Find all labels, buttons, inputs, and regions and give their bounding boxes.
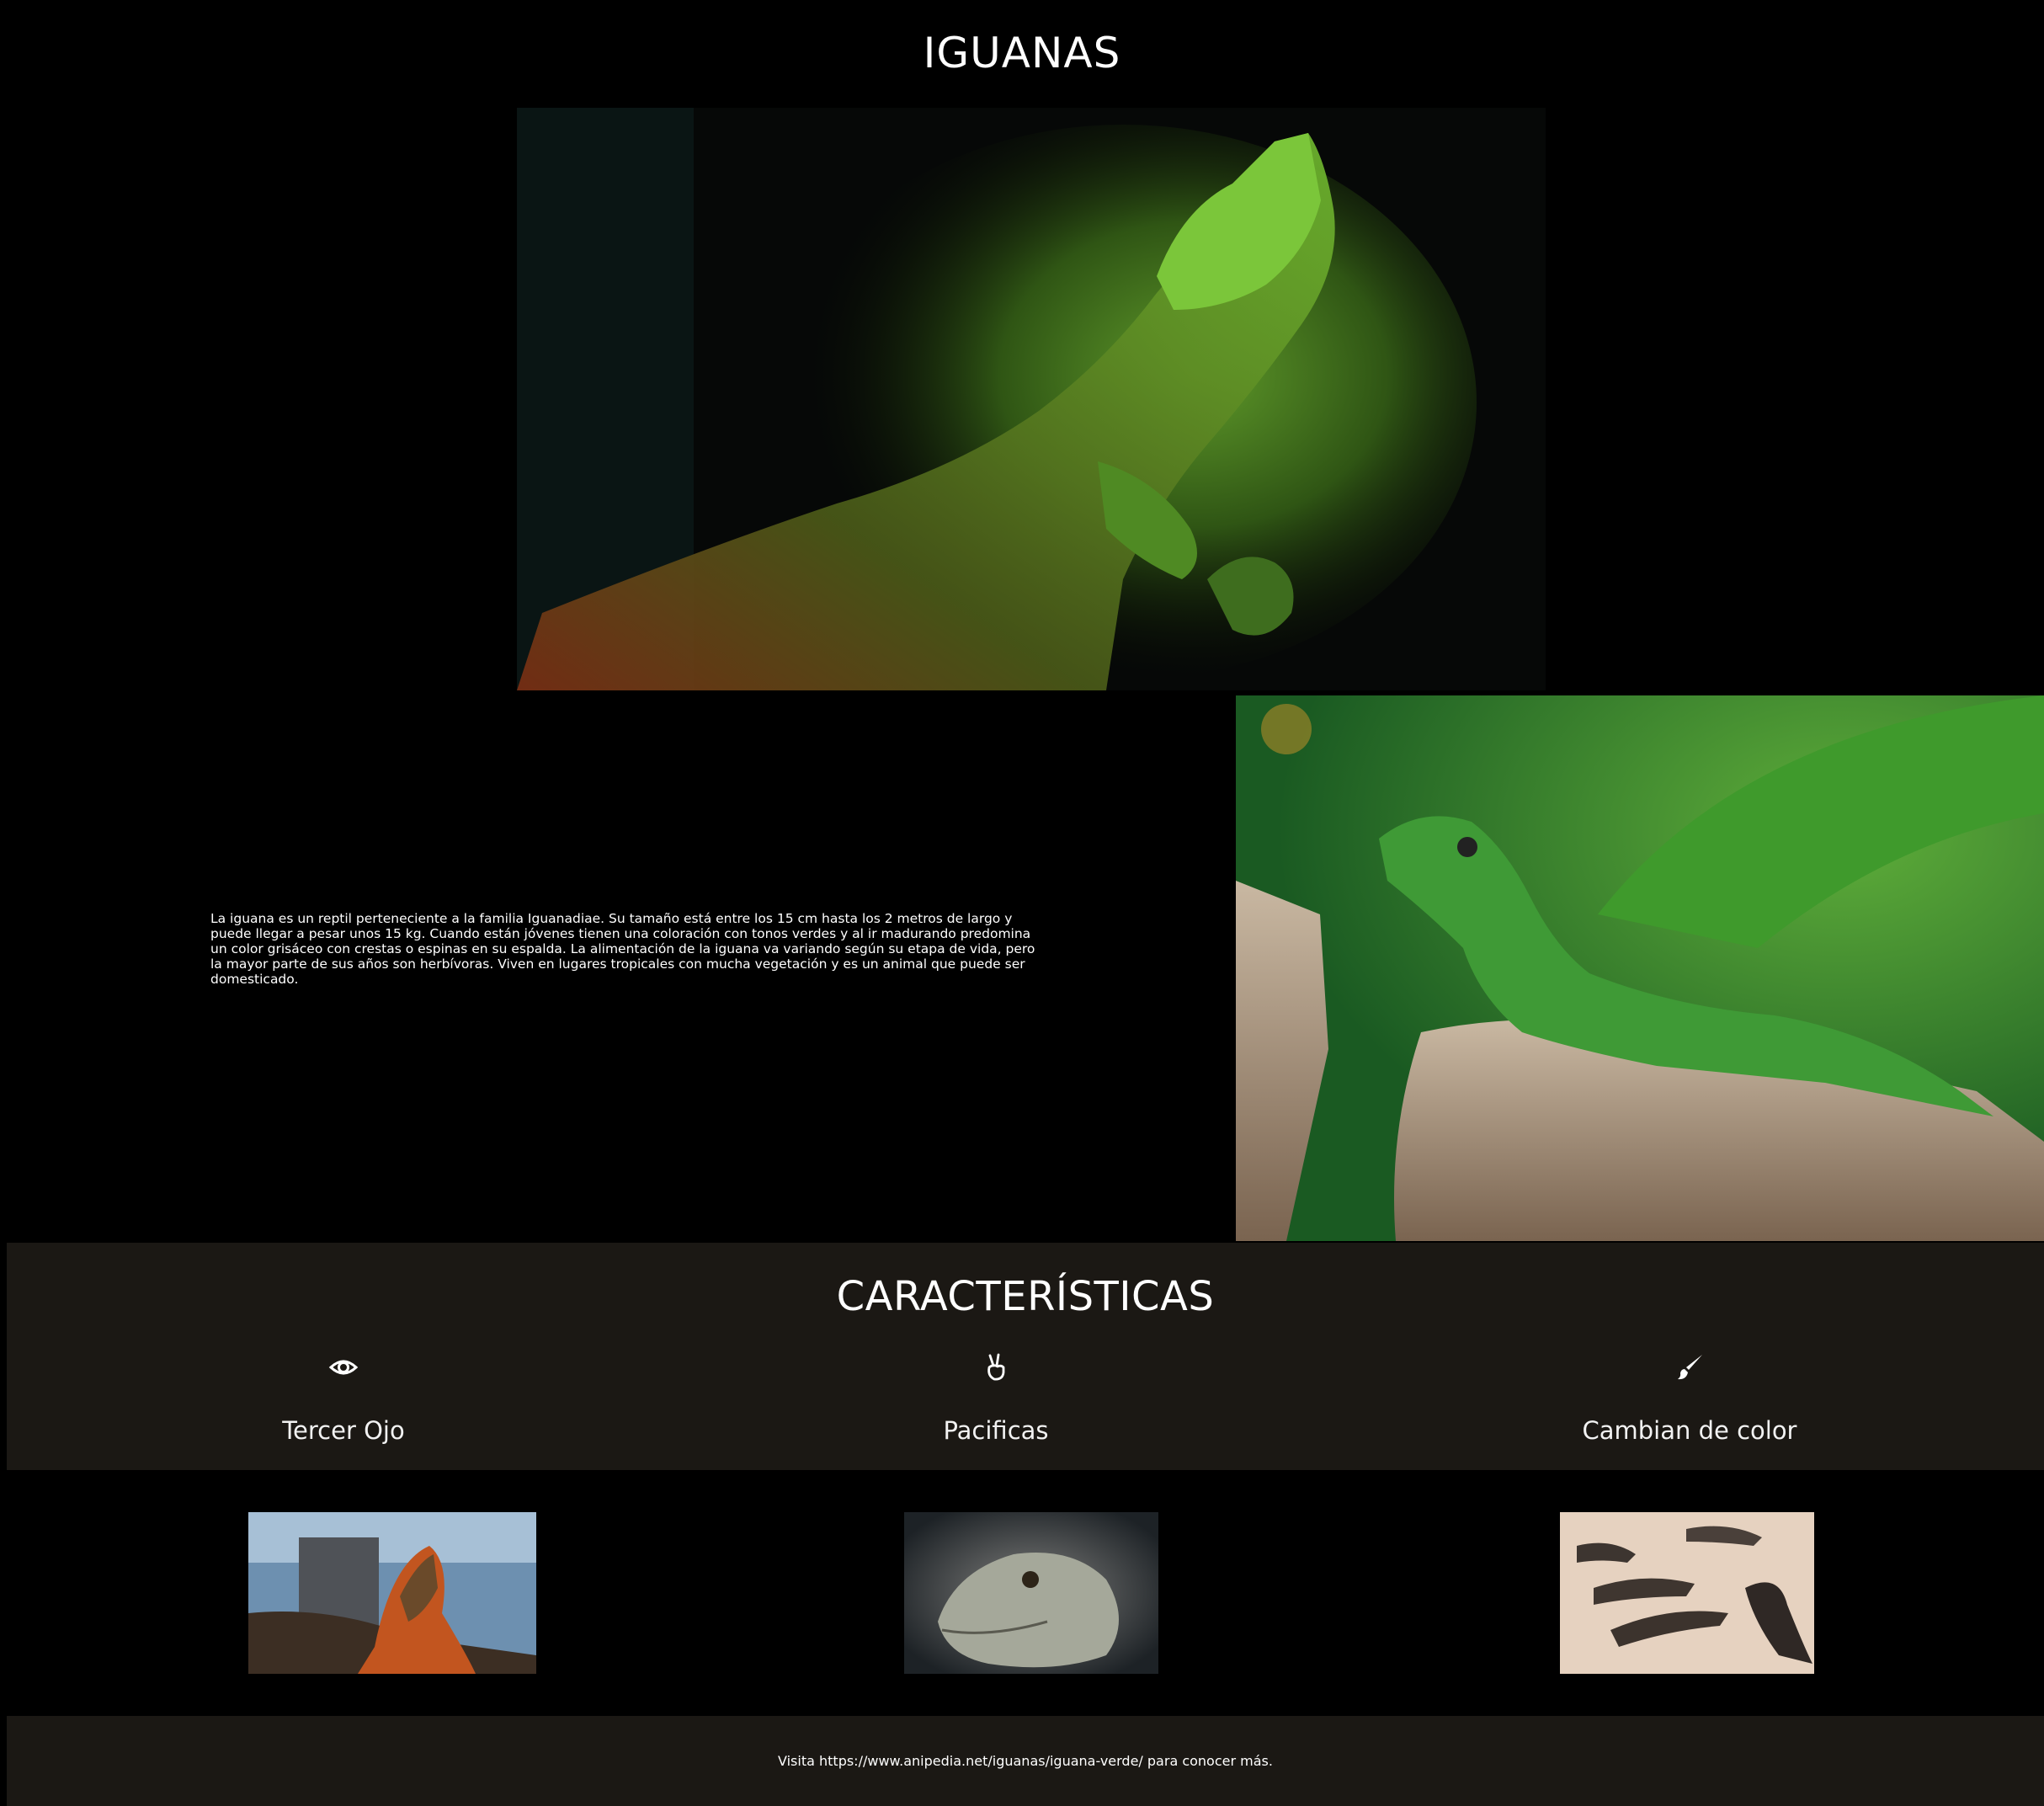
features-title: CARACTERÍSTICAS	[836, 1273, 1215, 1320]
paintbrush-icon	[1674, 1352, 1705, 1382]
peace-hand-icon	[981, 1352, 1011, 1382]
feature-label: Cambian de color	[1582, 1416, 1797, 1445]
iguana-face-thumbnail	[904, 1512, 1158, 1674]
features-section: CARACTERÍSTICAS Tercer Ojo Pacificas Cam…	[7, 1243, 2044, 1470]
feature-peaceful: Pacificas	[777, 1352, 1215, 1445]
eye-icon	[328, 1352, 359, 1382]
page-title: IGUANAS	[923, 29, 1121, 77]
iguana-on-stump-image	[1236, 695, 2044, 1241]
feature-change-color: Cambian de color	[1471, 1352, 1908, 1445]
hero-iguana-image	[517, 108, 1546, 690]
intro-paragraph: La iguana es un reptil perteneciente a l…	[210, 911, 1035, 987]
footer-text: Visita https://www.anipedia.net/iguanas/…	[778, 1753, 1273, 1769]
iguanas-group-thumbnail	[1560, 1512, 1814, 1674]
footer: Visita https://www.anipedia.net/iguanas/…	[7, 1716, 2044, 1806]
feature-label: Pacificas	[943, 1416, 1049, 1445]
iguana-beach-thumbnail	[248, 1512, 536, 1674]
feature-third-eye: Tercer Ojo	[125, 1352, 562, 1445]
feature-label: Tercer Ojo	[282, 1416, 405, 1445]
